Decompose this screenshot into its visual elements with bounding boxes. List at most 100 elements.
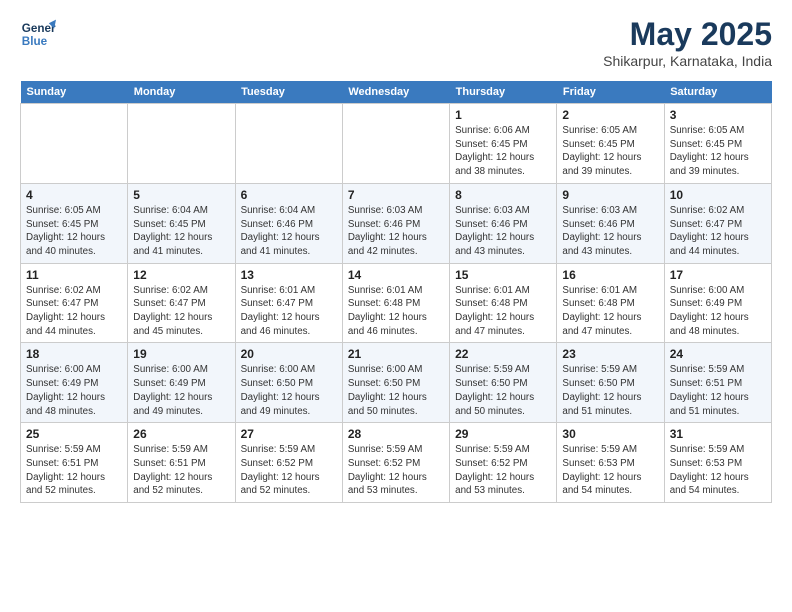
header-saturday: Saturday xyxy=(664,81,771,104)
date-number: 23 xyxy=(562,347,658,361)
cell-info-text: Sunrise: 5:59 AM Sunset: 6:50 PM Dayligh… xyxy=(455,363,551,418)
header-thursday: Thursday xyxy=(450,81,557,104)
cell-info-text: Sunrise: 5:59 AM Sunset: 6:51 PM Dayligh… xyxy=(26,443,122,498)
cell-w2-d1: 4 Sunrise: 6:05 AM Sunset: 6:45 PM Daylig… xyxy=(21,183,128,263)
week-row-3: 11 Sunrise: 6:02 AM Sunset: 6:47 PM Dayli… xyxy=(21,263,772,343)
date-number: 12 xyxy=(133,268,229,282)
header-wednesday: Wednesday xyxy=(342,81,449,104)
cell-info-text: Sunrise: 6:04 AM Sunset: 6:46 PM Dayligh… xyxy=(241,204,337,259)
cell-info-text: Sunrise: 6:00 AM Sunset: 6:49 PM Dayligh… xyxy=(133,363,229,418)
cell-w4-d1: 18 Sunrise: 6:00 AM Sunset: 6:49 PM Dayli… xyxy=(21,343,128,423)
date-number: 25 xyxy=(26,427,122,441)
page: General Blue May 2025 Shikarpur, Karnata… xyxy=(0,0,792,519)
cell-w3-d7: 17Sunrise: 6:00 AM Sunset: 6:49 PM Dayli… xyxy=(664,263,771,343)
date-number: 7 xyxy=(348,188,444,202)
date-number: 30 xyxy=(562,427,658,441)
date-number: 2 xyxy=(562,108,658,122)
cell-w5-d3: 27 Sunrise: 5:59 AM Sunset: 6:52 PM Dayli… xyxy=(235,423,342,503)
cell-w2-d7: 10Sunrise: 6:02 AM Sunset: 6:47 PM Dayli… xyxy=(664,183,771,263)
date-number: 4 xyxy=(26,188,122,202)
cell-info-text: Sunrise: 5:59 AM Sunset: 6:52 PM Dayligh… xyxy=(455,443,551,498)
week-row-1: 1 Sunrise: 6:06 AM Sunset: 6:45 PM Daylig… xyxy=(21,104,772,184)
date-number: 29 xyxy=(455,427,551,441)
cell-w4-d5: 22 Sunrise: 5:59 AM Sunset: 6:50 PM Dayli… xyxy=(450,343,557,423)
day-header-row: Sunday Monday Tuesday Wednesday Thursday… xyxy=(21,81,772,104)
calendar-table: Sunday Monday Tuesday Wednesday Thursday… xyxy=(20,81,772,503)
date-number: 26 xyxy=(133,427,229,441)
cell-w2-d2: 5Sunrise: 6:04 AM Sunset: 6:45 PM Daylig… xyxy=(128,183,235,263)
cell-info-text: Sunrise: 6:01 AM Sunset: 6:48 PM Dayligh… xyxy=(348,284,444,339)
cell-info-text: Sunrise: 6:05 AM Sunset: 6:45 PM Dayligh… xyxy=(562,124,658,179)
date-number: 14 xyxy=(348,268,444,282)
date-number: 22 xyxy=(455,347,551,361)
cell-w3-d5: 15Sunrise: 6:01 AM Sunset: 6:48 PM Dayli… xyxy=(450,263,557,343)
cell-w2-d3: 6Sunrise: 6:04 AM Sunset: 6:46 PM Daylig… xyxy=(235,183,342,263)
cell-w3-d2: 12 Sunrise: 6:02 AM Sunset: 6:47 PM Dayli… xyxy=(128,263,235,343)
header-sunday: Sunday xyxy=(21,81,128,104)
date-number: 11 xyxy=(26,268,122,282)
date-number: 10 xyxy=(670,188,766,202)
date-number: 24 xyxy=(670,347,766,361)
cell-w1-d4 xyxy=(342,104,449,184)
logo: General Blue xyxy=(20,16,56,52)
cell-w2-d4: 7 Sunrise: 6:03 AM Sunset: 6:46 PM Daylig… xyxy=(342,183,449,263)
date-number: 28 xyxy=(348,427,444,441)
cell-w1-d7: 3 Sunrise: 6:05 AM Sunset: 6:45 PM Daylig… xyxy=(664,104,771,184)
date-number: 19 xyxy=(133,347,229,361)
date-number: 31 xyxy=(670,427,766,441)
date-number: 20 xyxy=(241,347,337,361)
cell-w4-d6: 23 Sunrise: 5:59 AM Sunset: 6:50 PM Dayli… xyxy=(557,343,664,423)
week-row-4: 18 Sunrise: 6:00 AM Sunset: 6:49 PM Dayli… xyxy=(21,343,772,423)
cell-w3-d6: 16 Sunrise: 6:01 AM Sunset: 6:48 PM Dayli… xyxy=(557,263,664,343)
cell-w5-d4: 28Sunrise: 5:59 AM Sunset: 6:52 PM Dayli… xyxy=(342,423,449,503)
week-row-2: 4 Sunrise: 6:05 AM Sunset: 6:45 PM Daylig… xyxy=(21,183,772,263)
cell-info-text: Sunrise: 6:00 AM Sunset: 6:49 PM Dayligh… xyxy=(26,363,122,418)
cell-info-text: Sunrise: 6:02 AM Sunset: 6:47 PM Dayligh… xyxy=(133,284,229,339)
cell-w4-d3: 20 Sunrise: 6:00 AM Sunset: 6:50 PM Dayli… xyxy=(235,343,342,423)
cell-info-text: Sunrise: 6:03 AM Sunset: 6:46 PM Dayligh… xyxy=(562,204,658,259)
header-friday: Friday xyxy=(557,81,664,104)
cell-w4-d4: 21Sunrise: 6:00 AM Sunset: 6:50 PM Dayli… xyxy=(342,343,449,423)
cell-w4-d7: 24Sunrise: 5:59 AM Sunset: 6:51 PM Dayli… xyxy=(664,343,771,423)
cell-w3-d1: 11Sunrise: 6:02 AM Sunset: 6:47 PM Dayli… xyxy=(21,263,128,343)
week-row-5: 25 Sunrise: 5:59 AM Sunset: 6:51 PM Dayli… xyxy=(21,423,772,503)
date-number: 21 xyxy=(348,347,444,361)
cell-info-text: Sunrise: 6:05 AM Sunset: 6:45 PM Dayligh… xyxy=(26,204,122,259)
cell-w5-d5: 29 Sunrise: 5:59 AM Sunset: 6:52 PM Dayli… xyxy=(450,423,557,503)
date-number: 18 xyxy=(26,347,122,361)
cell-info-text: Sunrise: 6:01 AM Sunset: 6:48 PM Dayligh… xyxy=(562,284,658,339)
cell-w3-d4: 14 Sunrise: 6:01 AM Sunset: 6:48 PM Dayli… xyxy=(342,263,449,343)
location: Shikarpur, Karnataka, India xyxy=(603,53,772,69)
cell-info-text: Sunrise: 6:06 AM Sunset: 6:45 PM Dayligh… xyxy=(455,124,551,179)
cell-w3-d3: 13Sunrise: 6:01 AM Sunset: 6:47 PM Dayli… xyxy=(235,263,342,343)
cell-w1-d1 xyxy=(21,104,128,184)
cell-info-text: Sunrise: 6:05 AM Sunset: 6:45 PM Dayligh… xyxy=(670,124,766,179)
cell-w1-d5: 1 Sunrise: 6:06 AM Sunset: 6:45 PM Daylig… xyxy=(450,104,557,184)
cell-info-text: Sunrise: 5:59 AM Sunset: 6:51 PM Dayligh… xyxy=(133,443,229,498)
cell-info-text: Sunrise: 5:59 AM Sunset: 6:53 PM Dayligh… xyxy=(562,443,658,498)
cell-info-text: Sunrise: 5:59 AM Sunset: 6:52 PM Dayligh… xyxy=(241,443,337,498)
title-section: May 2025 Shikarpur, Karnataka, India xyxy=(603,16,772,69)
svg-text:Blue: Blue xyxy=(22,35,48,48)
cell-w1-d6: 2 Sunrise: 6:05 AM Sunset: 6:45 PM Daylig… xyxy=(557,104,664,184)
date-number: 16 xyxy=(562,268,658,282)
header-tuesday: Tuesday xyxy=(235,81,342,104)
cell-w2-d6: 9 Sunrise: 6:03 AM Sunset: 6:46 PM Daylig… xyxy=(557,183,664,263)
date-number: 9 xyxy=(562,188,658,202)
cell-info-text: Sunrise: 6:01 AM Sunset: 6:48 PM Dayligh… xyxy=(455,284,551,339)
cell-w5-d1: 25 Sunrise: 5:59 AM Sunset: 6:51 PM Dayli… xyxy=(21,423,128,503)
cell-w1-d3 xyxy=(235,104,342,184)
cell-info-text: Sunrise: 6:00 AM Sunset: 6:50 PM Dayligh… xyxy=(241,363,337,418)
cell-info-text: Sunrise: 5:59 AM Sunset: 6:50 PM Dayligh… xyxy=(562,363,658,418)
header-monday: Monday xyxy=(128,81,235,104)
cell-w5-d2: 26 Sunrise: 5:59 AM Sunset: 6:51 PM Dayli… xyxy=(128,423,235,503)
cell-info-text: Sunrise: 5:59 AM Sunset: 6:53 PM Dayligh… xyxy=(670,443,766,498)
date-number: 1 xyxy=(455,108,551,122)
cell-info-text: Sunrise: 6:03 AM Sunset: 6:46 PM Dayligh… xyxy=(348,204,444,259)
cell-w4-d2: 19 Sunrise: 6:00 AM Sunset: 6:49 PM Dayli… xyxy=(128,343,235,423)
cell-w5-d6: 30 Sunrise: 5:59 AM Sunset: 6:53 PM Dayli… xyxy=(557,423,664,503)
date-number: 13 xyxy=(241,268,337,282)
date-number: 3 xyxy=(670,108,766,122)
date-number: 27 xyxy=(241,427,337,441)
cell-info-text: Sunrise: 6:03 AM Sunset: 6:46 PM Dayligh… xyxy=(455,204,551,259)
